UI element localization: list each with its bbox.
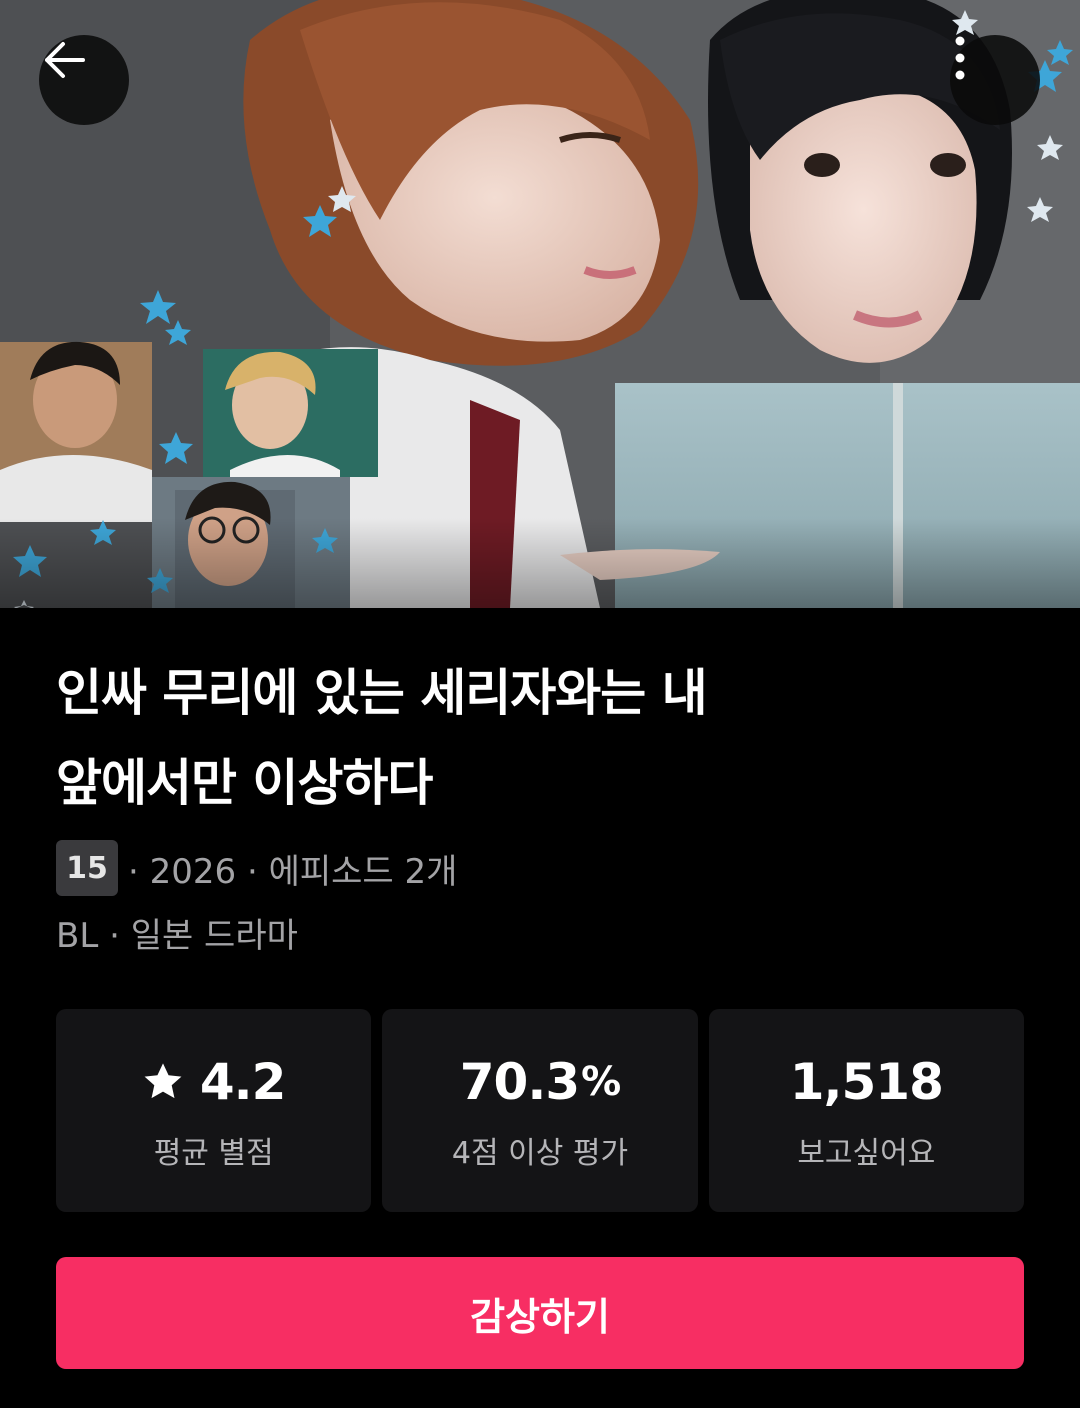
content-detail-page: 인싸 무리에 있는 세리자와는 내 앞에서만 이상하다 15 · 2026 · … [0,0,1080,1408]
watch-button[interactable]: 감상하기 [56,1257,1024,1369]
high-rating-value-row: 70.3% [459,1050,621,1114]
poster-image [0,0,1080,608]
average-rating-value: 4.2 [199,1052,287,1111]
year-episodes-text: · 2026 · 에피소드 2개 [128,851,458,892]
hero-gradient [0,518,1080,608]
wishlist-count-card: 1,518 보고싶어요 [708,1009,1024,1212]
title-line-1: 인싸 무리에 있는 세리자와는 내 [56,664,708,722]
more-vertical-icon [955,36,965,80]
poster-artwork [0,0,1080,608]
high-rating-percent-label: 4점 이상 평가 [451,1135,629,1171]
high-rating-percent-value: 70.3 [459,1052,580,1111]
back-button[interactable] [39,35,129,125]
title-line-2: 앞에서만 이상하다 [56,754,433,812]
percent-unit: % [581,1058,621,1105]
stats-row: 4.2 평균 별점 70.3% 4점 이상 평가 1,518 보고싶어요 [56,1009,1024,1212]
wishlist-count-value: 1,518 [789,1052,944,1111]
average-rating-label: 평균 별점 [153,1135,274,1171]
average-rating-value-row: 4.2 [142,1050,286,1114]
high-rating-percent-card: 70.3% 4점 이상 평가 [382,1009,698,1212]
age-rating-badge: 15 [56,840,118,896]
wishlist-count-label: 보고싶어요 [797,1135,936,1171]
meta-row: 15 · 2026 · 에피소드 2개 [56,840,457,896]
average-rating-card: 4.2 평균 별점 [56,1009,372,1212]
arrow-left-icon [45,42,85,78]
content-title: 인싸 무리에 있는 세리자와는 내 앞에서만 이상하다 [56,648,956,828]
more-options-button[interactable] [950,35,1040,125]
genre-text: BL · 일본 드라마 [56,916,298,956]
star-icon [142,1062,184,1102]
